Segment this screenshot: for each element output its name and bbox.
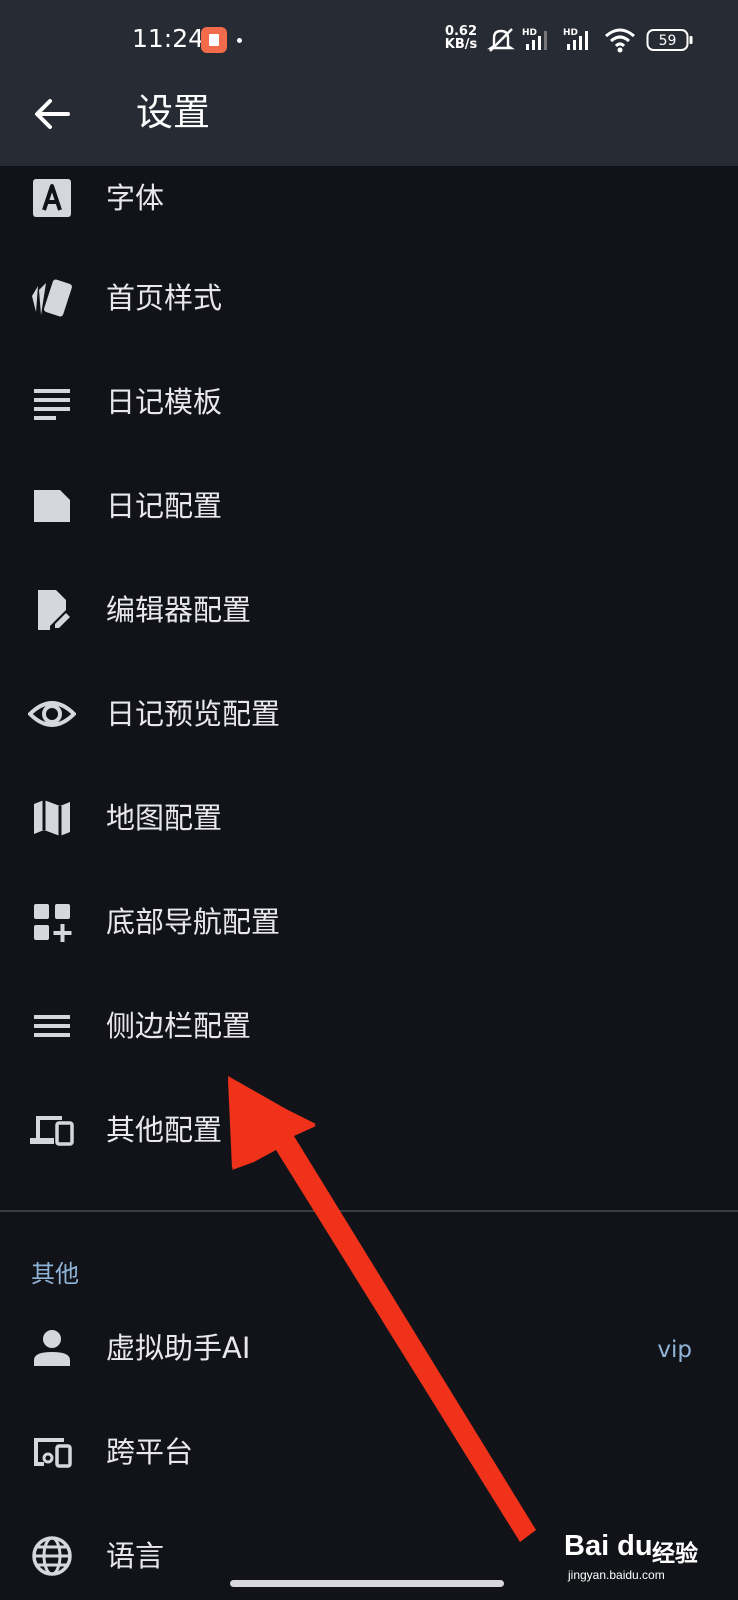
template-icon	[34, 389, 70, 420]
bell-off-icon	[487, 28, 515, 52]
network-speed-unit: KB/s	[444, 37, 478, 52]
settings-item-cross-platform[interactable]: 跨平台	[0, 1402, 738, 1506]
battery-level: 59	[659, 33, 677, 49]
signal-hd-icon: HD	[522, 28, 547, 50]
devices-other-icon	[34, 1438, 72, 1468]
settings-item-font[interactable]: 字体	[0, 144, 738, 248]
signal2-label: HD	[563, 28, 578, 38]
status-time: 11:24	[132, 24, 205, 53]
style-icon	[32, 279, 72, 317]
page-title: 设置	[136, 91, 210, 134]
status-bar: 11:24 0.62 KB/s HD HD 59	[0, 0, 738, 82]
baidu-watermark: Bai du 经验 jingyan.baidu.com	[560, 1522, 730, 1582]
person-icon	[34, 1330, 70, 1366]
font-icon	[33, 179, 71, 217]
vip-badge: vip	[657, 1337, 692, 1363]
map-icon	[34, 800, 70, 836]
settings-item-home-style[interactable]: 首页样式	[0, 248, 738, 352]
settings-item-label: 底部导航配置	[106, 905, 281, 939]
edit-note-icon	[38, 590, 70, 630]
section-divider	[0, 1210, 738, 1212]
signal1-label: HD	[522, 28, 537, 38]
settings-item-bottom-nav-config[interactable]: 底部导航配置	[0, 872, 738, 976]
back-arrow-icon[interactable]	[28, 90, 76, 138]
settings-item-label: 侧边栏配置	[106, 1009, 252, 1043]
settings-item-label: 其他配置	[106, 1113, 223, 1147]
settings-item-label: 语言	[106, 1539, 165, 1573]
settings-item-editor-config[interactable]: 编辑器配置	[0, 560, 738, 664]
top-app-bar: 11:24 0.62 KB/s HD HD 59 设置	[0, 0, 738, 166]
globe-icon	[32, 1536, 72, 1576]
note-icon	[34, 490, 70, 522]
settings-item-label: 日记预览配置	[106, 697, 281, 731]
watermark-url: jingyan.baidu.com	[568, 1568, 665, 1582]
settings-item-label: 日记配置	[106, 489, 223, 523]
notification-dot-icon	[237, 38, 242, 43]
battery-icon: 59	[646, 29, 693, 51]
settings-item-map-config[interactable]: 地图配置	[0, 768, 738, 872]
settings-item-label: 编辑器配置	[106, 593, 252, 627]
settings-item-diary-config[interactable]: 日记配置	[0, 456, 738, 560]
settings-item-sidebar-config[interactable]: 侧边栏配置	[0, 976, 738, 1080]
settings-item-label: 字体	[106, 181, 165, 215]
section-header-other: 其他	[31, 1260, 79, 1288]
settings-item-diary-template[interactable]: 日记模板	[0, 352, 738, 456]
settings-item-label: 首页样式	[106, 281, 223, 315]
wifi-icon	[605, 28, 635, 53]
home-indicator[interactable]	[230, 1580, 504, 1587]
eye-icon	[28, 701, 76, 727]
signal-hd-2-icon: HD	[563, 28, 588, 50]
settings-item-preview-config[interactable]: 日记预览配置	[0, 664, 738, 768]
settings-item-label: 跨平台	[106, 1435, 194, 1469]
settings-item-other-config[interactable]: 其他配置	[0, 1080, 738, 1184]
watermark-text: 经验	[652, 1541, 698, 1567]
network-speed: 0.62 KB/s	[442, 25, 480, 51]
add-widget-icon	[34, 904, 72, 942]
watermark-brand: Bai du	[564, 1530, 653, 1562]
settings-item-label: 虚拟助手AI	[106, 1331, 251, 1365]
notification-app-icon	[201, 27, 227, 53]
devices-icon	[30, 1116, 74, 1146]
settings-item-label: 地图配置	[106, 801, 223, 835]
settings-item-label: 日记模板	[106, 385, 223, 419]
menu-icon	[34, 1015, 70, 1037]
settings-item-virtual-assistant[interactable]: 虚拟助手AI vip	[0, 1298, 738, 1402]
